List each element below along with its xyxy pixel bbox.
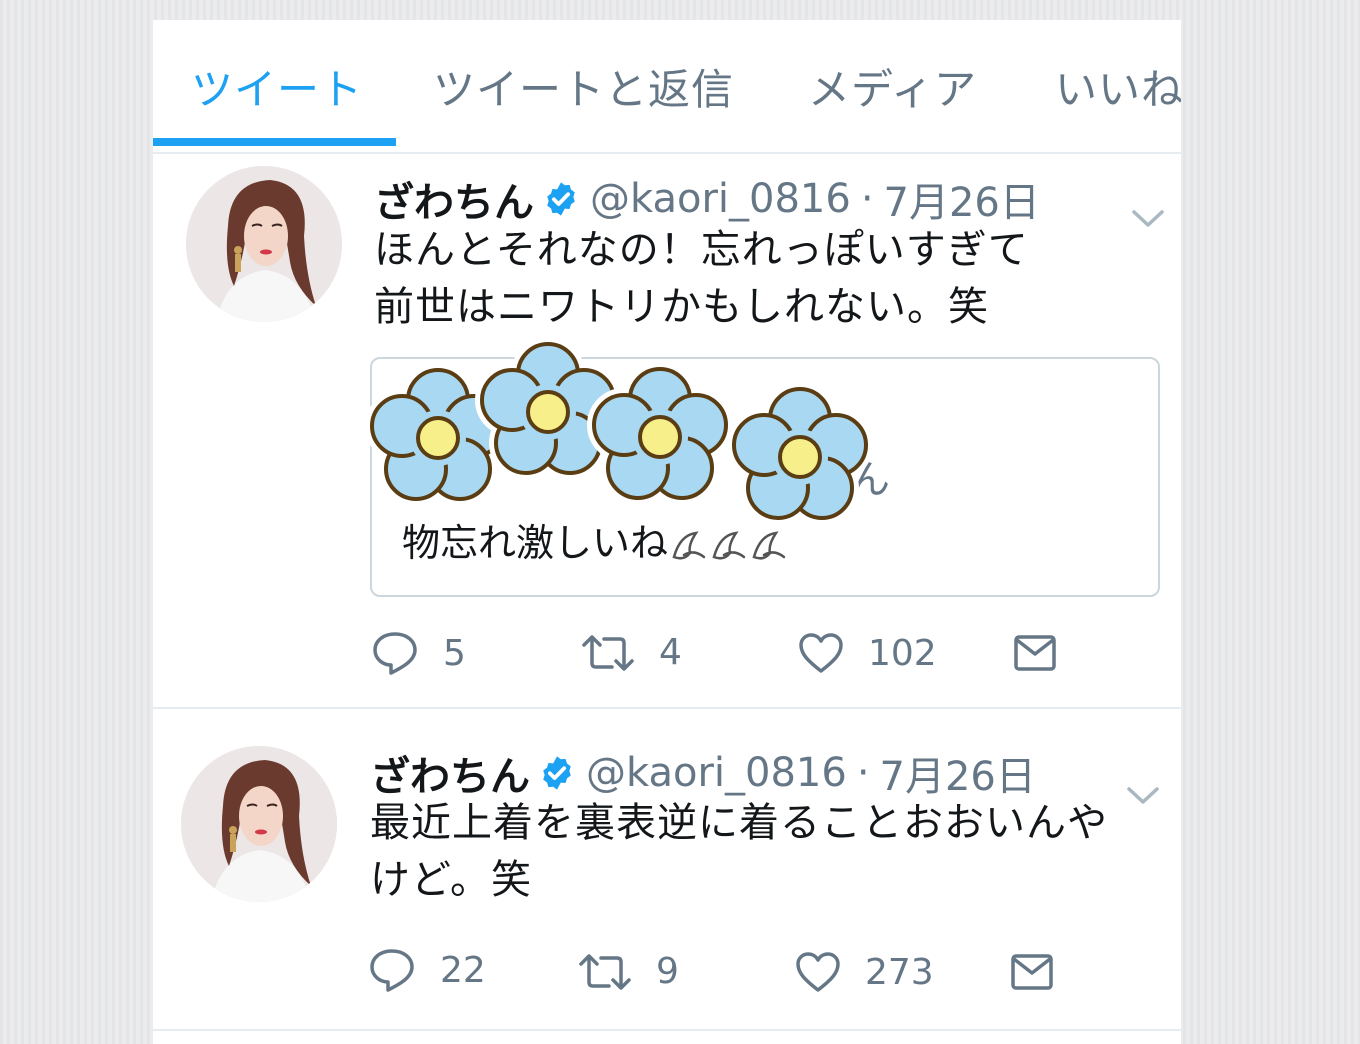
- sweat-drops-icon: [672, 530, 786, 560]
- tweet-divider: [153, 1029, 1181, 1031]
- retweet-button[interactable]: 9: [578, 951, 679, 992]
- direct-message-button[interactable]: [1013, 634, 1057, 672]
- retweet-button[interactable]: 4: [581, 632, 682, 673]
- user-handle[interactable]: @kaori_0816: [586, 750, 847, 796]
- envelope-icon: [1014, 635, 1056, 671]
- retweet-icon: [582, 634, 634, 671]
- heart-icon: [796, 952, 840, 992]
- tweet[interactable]: ざわちん @kaori_0816 · 7月26日 最近上着を裏表逆に着ることおおいんや…: [153, 709, 1181, 1029]
- reply-button[interactable]: 5: [371, 630, 466, 676]
- envelope-icon: [1011, 954, 1053, 990]
- tab-likes[interactable]: いいね: [1055, 56, 1181, 117]
- display-name[interactable]: ざわちん: [370, 754, 530, 800]
- tweet-text-line: 前世はニワトリかもしれない。笑: [374, 284, 989, 330]
- reply-button[interactable]: 22: [368, 947, 486, 993]
- separator: ·: [856, 750, 870, 796]
- quoted-text: 物忘れ激しいね: [402, 521, 669, 565]
- tab-tweets[interactable]: ツイート: [191, 56, 363, 117]
- user-handle[interactable]: @kaori_0816: [590, 176, 851, 222]
- separator: ·: [860, 176, 874, 222]
- like-button[interactable]: 102: [798, 632, 937, 674]
- tweet-header: ざわちん @kaori_0816 · 7月26日: [374, 170, 1040, 228]
- avatar-photo: [181, 746, 337, 902]
- active-tab-indicator: [153, 138, 396, 146]
- flower-stickers: [363, 337, 883, 527]
- reply-icon: [373, 632, 417, 675]
- tweet-text: 最近上着を裏表逆に着ることおおいんや けど。笑: [370, 795, 1108, 909]
- display-name[interactable]: ざわちん: [374, 180, 534, 226]
- verified-badge-icon: [547, 182, 575, 216]
- tweet-text-line: けど。笑: [370, 857, 532, 903]
- tweet-text-line: 最近上着を裏表逆に着ることおおいんや: [370, 800, 1108, 846]
- tab-media[interactable]: メディア: [808, 56, 977, 117]
- flower-sticker: [734, 389, 866, 518]
- profile-tabs: ツイート ツイートと返信 メディア いいね: [153, 20, 1181, 154]
- like-count: 102: [868, 632, 937, 674]
- like-count: 273: [865, 951, 934, 993]
- direct-message-button[interactable]: [1010, 953, 1054, 991]
- retweet-count: 4: [659, 632, 682, 673]
- avatar-photo: [186, 166, 342, 322]
- heart-icon: [799, 633, 843, 673]
- tweet-date[interactable]: 7月26日: [884, 180, 1040, 226]
- profile-timeline-card: ツイート ツイートと返信 メディア いいね ざわちん @kaori_0816 · 7月…: [153, 20, 1181, 1044]
- avatar[interactable]: [181, 746, 337, 902]
- tab-tweets-and-replies[interactable]: ツイートと返信: [433, 56, 734, 117]
- reply-count: 22: [440, 949, 486, 991]
- chevron-down-icon[interactable]: [1131, 208, 1165, 230]
- avatar[interactable]: [186, 166, 342, 322]
- verified-badge-icon: [543, 756, 571, 790]
- tweet-header: ざわちん @kaori_0816 · 7月26日: [370, 744, 1036, 802]
- tweet-text-line: ほんとそれなの！忘れっぽいすぎて: [374, 227, 1029, 273]
- tweet[interactable]: ざわちん @kaori_0816 · 7月26日 ほんとそれなの！忘れっぽいすぎて 前…: [153, 152, 1181, 707]
- retweet-icon: [579, 953, 631, 990]
- tweet-date[interactable]: 7月26日: [880, 754, 1036, 800]
- like-button[interactable]: 273: [795, 951, 934, 993]
- reply-count: 5: [443, 632, 466, 674]
- chevron-down-icon[interactable]: [1126, 785, 1160, 807]
- reply-icon: [370, 949, 414, 992]
- tweet-text: ほんとそれなの！忘れっぽいすぎて 前世はニワトリかもしれない。笑: [374, 222, 1029, 336]
- retweet-count: 9: [656, 951, 679, 992]
